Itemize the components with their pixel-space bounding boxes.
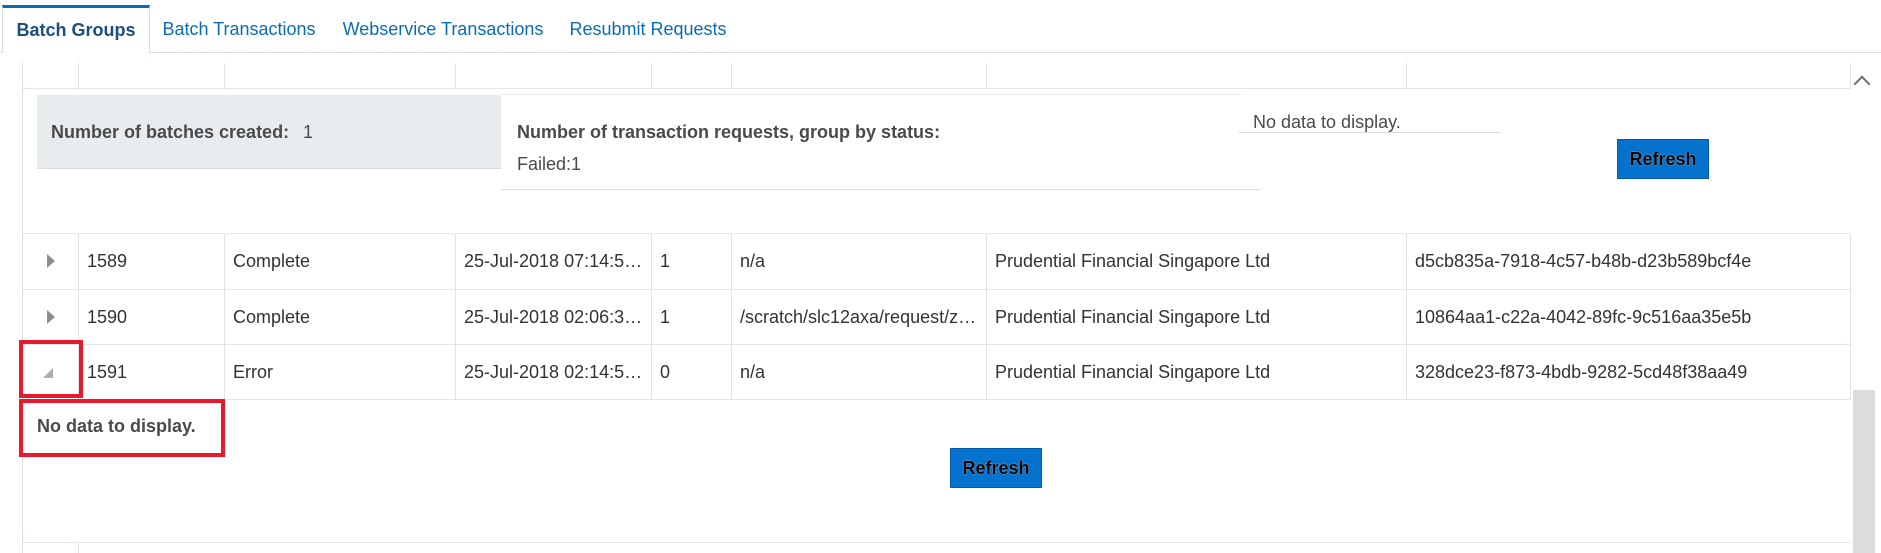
cell-path: n/a [740,251,766,271]
requests-by-status-heading: Number of transaction requests, group by… [517,122,941,142]
batch-groups-table: Number of batches created: 1 Number of t… [22,63,1852,553]
cell-guid: 328dce23-f873-4bdb-9282-5cd48f38aa49 [1415,362,1748,382]
cell-path: /scratch/slc12axa/request/z… [740,307,977,327]
cell-organization: Prudential Financial Singapore Ltd [995,362,1271,382]
cell-path: n/a [740,362,766,382]
expand-row-icon[interactable] [47,254,55,268]
detail-refresh-button[interactable]: Refresh [950,448,1042,488]
cell-count: 1 [660,251,671,271]
column-divider [78,63,79,88]
column-divider [224,63,225,88]
column-divider [78,543,79,553]
batches-created-value: 1 [303,122,314,142]
cell-status: Complete [233,251,311,271]
tab-resubmit-requests[interactable]: Resubmit Requests [560,5,736,53]
column-divider [986,234,987,400]
requests-status-failed: Failed:1 [517,154,582,174]
panel-divider [501,189,1261,190]
summary-no-data-text: No data to display. [1253,112,1401,132]
cell-batch-id: 1589 [87,251,128,271]
column-divider [986,63,987,88]
tab-webservice-transactions[interactable]: Webservice Transactions [330,5,556,53]
cell-batch-id: 1590 [87,307,128,327]
tab-batch-groups[interactable]: Batch Groups [2,5,150,54]
panel-divider [501,94,1241,95]
table-row[interactable]: 1591 Error 25-Jul-2018 02:14:5… 0 n/a Pr… [23,345,1852,400]
tab-batch-transactions[interactable]: Batch Transactions [150,5,328,53]
cell-guid: d5cb835a-7918-4c57-b48b-d23b589bcf4e [1415,251,1752,271]
highlight-expand-toggle [19,340,83,398]
panel-divider [1239,132,1501,133]
column-divider [455,63,456,88]
cell-date: 25-Jul-2018 07:14:5… [464,251,643,271]
cell-status: Complete [233,307,311,327]
column-divider [224,234,225,400]
cell-batch-id: 1591 [87,362,128,382]
cell-count: 0 [660,362,671,382]
summary-refresh-button[interactable]: Refresh [1617,139,1709,179]
expand-row-icon[interactable] [47,310,55,324]
column-divider [731,234,732,400]
cell-count: 1 [660,307,671,327]
column-divider [1406,63,1407,88]
cell-date: 25-Jul-2018 02:06:3… [464,307,643,327]
batches-created-label: Number of batches created: [51,122,290,142]
cell-date: 25-Jul-2018 02:14:5… [464,362,643,382]
cell-status: Error [233,362,273,382]
column-divider [731,63,732,88]
cell-guid: 10864aa1-c22a-4042-89fc-9c516aa35e5b [1415,307,1752,327]
row-divider [23,88,1852,89]
tab-bar: Batch Groups Batch Transactions Webservi… [0,0,1881,54]
row-divider [23,399,1852,400]
column-divider [1406,234,1407,400]
column-divider [651,63,652,88]
table-row[interactable]: 1589 Complete 25-Jul-2018 07:14:5… 1 n/a… [23,234,1852,289]
highlight-no-data-message [19,399,225,457]
scrollbar-thumb[interactable] [1853,390,1875,553]
column-divider [651,234,652,400]
table-row[interactable]: 1590 Complete 25-Jul-2018 02:06:3… 1 /sc… [23,290,1852,345]
column-divider [455,234,456,400]
cell-organization: Prudential Financial Singapore Ltd [995,307,1271,327]
cell-organization: Prudential Financial Singapore Ltd [995,251,1271,271]
row-divider [23,542,1852,543]
